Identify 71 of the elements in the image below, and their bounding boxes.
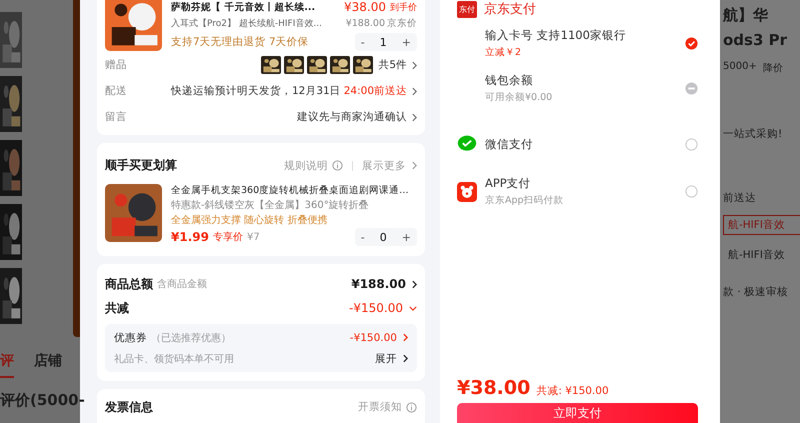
total-note: 含商品金额 [157, 278, 207, 291]
total-amount: ¥188.00 [351, 277, 406, 291]
quantity-value: 0 [378, 230, 388, 244]
row-value: 共5件 [378, 58, 407, 72]
price-label: 专享价 [212, 230, 243, 244]
coupon-note: （已选推荐优惠） [151, 332, 231, 344]
radio-icon[interactable] [685, 37, 698, 50]
pay-button[interactable]: 立即支付 [457, 403, 698, 423]
expand-link[interactable]: 展开 [375, 352, 397, 366]
page-text: ods3 Pr [723, 31, 788, 49]
addon-title: 全金属手机支架360度旋转机械折叠桌面追剧网课通… [171, 184, 410, 197]
option-title: 钱包余额 [485, 73, 534, 88]
row-label: 留言 [105, 110, 127, 124]
info-icon[interactable] [406, 402, 417, 412]
section-title: 顺手买更划算 [105, 157, 177, 174]
page-text: 前送达 [723, 191, 757, 205]
page-text: 航】华 [723, 6, 769, 25]
delivery-deadline: 24:00前送达 [344, 84, 407, 98]
row-label: 配送 [105, 84, 127, 98]
coupon-label: 优惠券 [114, 330, 147, 344]
minus-button[interactable]: - [354, 33, 371, 51]
total-discount: 共减: ¥150.00 [536, 384, 609, 398]
option-title: 输入卡号 支持1100家银行 [485, 28, 627, 43]
product-price: ¥38.00 [344, 0, 386, 14]
page-text: 一站式采购! [723, 127, 784, 141]
caret-icon[interactable] [409, 306, 417, 310]
giftcard-note: 礼品卡、领货码本单不可用 [114, 352, 234, 366]
list-price: ¥188.00 [346, 18, 385, 29]
row-value: 快递运输预计明天发货，12月31日 [171, 84, 341, 98]
price-label: 到手价 [390, 2, 417, 14]
minus-button[interactable]: - [354, 228, 371, 246]
addon-spec: 特惠款-斜线镂空灰【全金属】360°旋转折叠 [171, 198, 370, 212]
addon-price: ¥1.99 [171, 230, 209, 244]
option-title: APP支付 [485, 176, 532, 191]
original-price: ¥7 [246, 232, 260, 242]
radio-icon[interactable] [685, 185, 698, 198]
payment-option[interactable]: APP支付 京东App扫码付款 [457, 170, 698, 213]
payment-title: 京东支付 [484, 1, 536, 18]
info-icon[interactable] [332, 160, 343, 171]
section-title: 发票信息 [105, 398, 153, 416]
option-subtitle: 可用余额¥0.00 [485, 91, 554, 104]
page-text: 款 · 极速审核 [723, 285, 790, 299]
row-value: 建议先与商家沟通确认 [297, 110, 407, 124]
pay-logo: 东付 [457, 0, 477, 18]
discount-amount: -¥150.00 [349, 301, 403, 315]
total-label: 商品总额 [105, 276, 153, 292]
payment-option[interactable]: 输入卡号 支持1100家银行 立减￥2 [457, 22, 698, 65]
option-subtitle: 京东App扫码付款 [485, 194, 565, 207]
product-spec: 入耳式【Pro2】 超长续航-HIFI音效... [171, 18, 322, 30]
service-tags: 支持7天无理由退货 7天价保 [171, 35, 351, 49]
addon-tags: 全金属强力支撑 随心旋转 折叠便携 [171, 213, 417, 227]
page-text: 5000+ [723, 61, 757, 74]
quantity-value: 1 [378, 36, 388, 48]
plus-button[interactable]: + [396, 228, 417, 246]
chevron-icon[interactable] [403, 354, 408, 363]
radio-icon[interactable] [685, 138, 698, 150]
chevron-icon[interactable] [412, 280, 417, 288]
mascot-icon [457, 182, 477, 202]
page-text: 航-HIFI音效 [723, 215, 800, 235]
plus-button[interactable]: + [396, 33, 417, 51]
list-price-label: 京东价 [387, 17, 417, 30]
row-label: 赠品 [105, 58, 127, 72]
payment-option[interactable]: 微信支付 [457, 128, 698, 160]
product-title: 萨勒芬妮【 千元音效丨超长续... [171, 0, 316, 14]
option-subtitle: 立减￥2 [485, 46, 522, 59]
discount-label: 共减 [105, 300, 129, 316]
coupon-amount: -¥150.00 [350, 332, 397, 344]
page-text: 降价 [762, 62, 783, 75]
option-title: 微信支付 [485, 136, 534, 152]
total-price: ¥38.00 [457, 377, 530, 399]
page-text: 航-HIFI音效 [727, 248, 786, 263]
